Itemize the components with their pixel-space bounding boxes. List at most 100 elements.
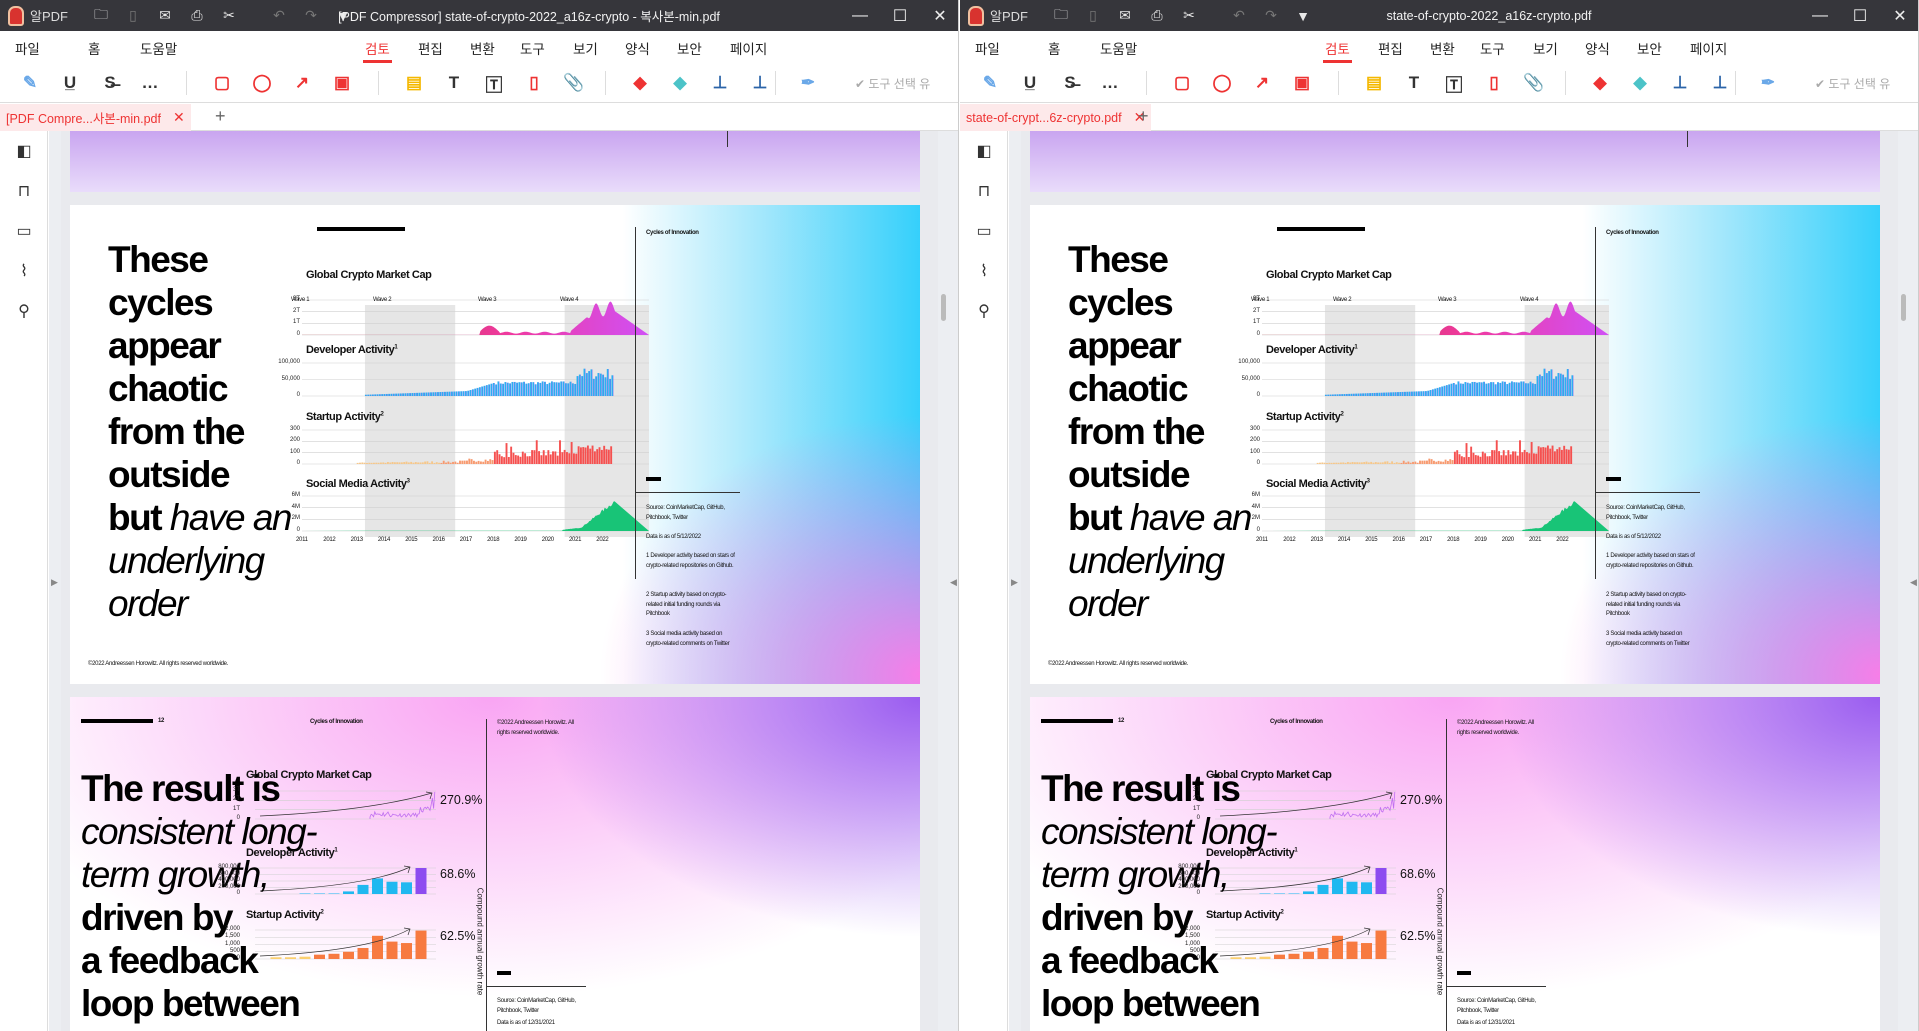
tool-select-button[interactable]: ✔ 도구 선택 유 xyxy=(855,75,930,92)
save-icon[interactable]: ▯ xyxy=(1082,0,1104,31)
menu-0[interactable]: 파일 xyxy=(975,38,1000,58)
menu-2[interactable]: 도움말 xyxy=(1100,38,1137,58)
comment-icon[interactable]: ▭ xyxy=(973,221,995,241)
menu-7[interactable]: 보기 xyxy=(573,38,598,58)
maximize-button[interactable]: ☐ xyxy=(1845,0,1875,31)
menu-1[interactable]: 홈 xyxy=(88,38,100,58)
menu-5[interactable]: 변환 xyxy=(1430,38,1455,58)
attachment-icon[interactable]: 📎 xyxy=(562,71,586,95)
more-icon[interactable]: … xyxy=(138,71,162,95)
search-icon[interactable]: ⚲ xyxy=(973,301,995,321)
minimize-button[interactable]: — xyxy=(1805,0,1835,31)
highlight-icon[interactable]: ✎ xyxy=(18,71,42,95)
signature-icon[interactable]: ✒ xyxy=(1756,71,1780,95)
menu-4[interactable]: 편집 xyxy=(1378,38,1403,58)
comment-icon[interactable]: ▭ xyxy=(13,221,35,241)
thumbnail-icon[interactable]: ◧ xyxy=(13,141,35,161)
save-icon[interactable]: ▯ xyxy=(122,0,144,31)
underline-icon[interactable]: U̲ xyxy=(1018,71,1042,95)
attachment-icon[interactable]: 📎 xyxy=(1522,71,1546,95)
callout-icon[interactable]: ▯ xyxy=(1482,71,1506,95)
right-panel-strip[interactable]: ◀ xyxy=(938,131,958,1031)
circle-icon[interactable]: ◯ xyxy=(250,71,274,95)
close-tab-icon[interactable]: ✕ xyxy=(173,109,185,126)
tool-select-button[interactable]: ✔ 도구 선택 유 xyxy=(1815,75,1890,92)
eraser-red-icon[interactable]: ◆ xyxy=(628,71,652,95)
print-icon[interactable]: ⎙ xyxy=(186,0,208,31)
shape-icon[interactable]: ▣ xyxy=(330,71,354,95)
menu-10[interactable]: 페이지 xyxy=(730,38,767,58)
expand-left-icon[interactable]: ◀ xyxy=(950,577,957,588)
minimize-button[interactable]: — xyxy=(845,0,875,31)
document-tab[interactable]: [PDF Compre...사본-min.pdf ✕ xyxy=(0,104,191,131)
eraser-teal-icon[interactable]: ◆ xyxy=(1628,71,1652,95)
document-tab[interactable]: state-of-crypt...6z-crypto.pdf ✕ xyxy=(960,104,1152,131)
menu-6[interactable]: 도구 xyxy=(520,38,545,58)
menu-5[interactable]: 변환 xyxy=(470,38,495,58)
menu-8[interactable]: 양식 xyxy=(1585,38,1610,58)
close-button[interactable]: ✕ xyxy=(925,0,955,31)
textbox-icon[interactable]: 🅃 xyxy=(482,71,506,95)
close-button[interactable]: ✕ xyxy=(1885,0,1915,31)
eraser-teal-icon[interactable]: ◆ xyxy=(668,71,692,95)
attachment-icon[interactable]: ⌇ xyxy=(973,261,995,281)
rectangle-icon[interactable]: ▢ xyxy=(1170,71,1194,95)
new-tab-button[interactable]: + xyxy=(1138,106,1149,127)
new-tab-button[interactable]: + xyxy=(215,106,226,127)
menu-0[interactable]: 파일 xyxy=(15,38,40,58)
signature-icon[interactable]: ✒ xyxy=(796,71,820,95)
maximize-button[interactable]: ☐ xyxy=(885,0,915,31)
text-icon[interactable]: T xyxy=(442,71,466,95)
strikethrough-icon[interactable]: S̶ xyxy=(98,71,122,95)
scissors-icon[interactable]: ✂ xyxy=(1178,0,1200,31)
menu-4[interactable]: 편집 xyxy=(418,38,443,58)
scissors-icon[interactable]: ✂ xyxy=(218,0,240,31)
stamp-dropdown-icon[interactable]: ⊥ xyxy=(748,71,772,95)
print-icon[interactable]: ⎙ xyxy=(1146,0,1168,31)
arrow-icon[interactable]: ↗ xyxy=(1250,71,1274,95)
strikethrough-icon[interactable]: S̶ xyxy=(1058,71,1082,95)
open-folder-icon[interactable]: 🗀 xyxy=(1050,0,1072,31)
open-folder-icon[interactable]: 🗀 xyxy=(90,0,112,31)
scrollbar-thumb[interactable] xyxy=(1901,294,1906,321)
menu-1[interactable]: 홈 xyxy=(1048,38,1060,58)
arrow-icon[interactable]: ↗ xyxy=(290,71,314,95)
menu-3[interactable]: 검토 xyxy=(363,38,392,63)
textbox-icon[interactable]: 🅃 xyxy=(1442,71,1466,95)
menu-10[interactable]: 페이지 xyxy=(1690,38,1727,58)
stamp-icon[interactable]: ⊥ xyxy=(708,71,732,95)
mail-icon[interactable]: ✉ xyxy=(1114,0,1136,31)
callout-icon[interactable]: ▯ xyxy=(522,71,546,95)
sidebar-toggle-strip[interactable]: ▶ xyxy=(49,131,61,1031)
menu-8[interactable]: 양식 xyxy=(625,38,650,58)
attachment-icon[interactable]: ⌇ xyxy=(13,261,35,281)
scrollbar-thumb[interactable] xyxy=(941,294,946,321)
bookmark-icon[interactable]: ⊓ xyxy=(13,181,35,201)
stamp-dropdown-icon[interactable]: ⊥ xyxy=(1708,71,1732,95)
menu-9[interactable]: 보안 xyxy=(677,38,702,58)
underline-icon[interactable]: U̲ xyxy=(58,71,82,95)
menu-7[interactable]: 보기 xyxy=(1533,38,1558,58)
menu-2[interactable]: 도움말 xyxy=(140,38,177,58)
thumbnail-icon[interactable]: ◧ xyxy=(973,141,995,161)
bookmark-icon[interactable]: ⊓ xyxy=(973,181,995,201)
sticky-note-icon[interactable]: ▤ xyxy=(402,71,426,95)
sticky-note-icon[interactable]: ▤ xyxy=(1362,71,1386,95)
highlight-icon[interactable]: ✎ xyxy=(978,71,1002,95)
right-panel-strip[interactable]: ◀ xyxy=(1898,131,1918,1031)
sidebar-toggle-strip[interactable]: ▶ xyxy=(1009,131,1021,1031)
menu-3[interactable]: 검토 xyxy=(1323,38,1352,63)
menu-9[interactable]: 보안 xyxy=(1637,38,1662,58)
expand-left-icon[interactable]: ◀ xyxy=(1910,577,1917,588)
expand-right-icon[interactable]: ▶ xyxy=(1011,577,1018,588)
mail-icon[interactable]: ✉ xyxy=(154,0,176,31)
more-icon[interactable]: … xyxy=(1098,71,1122,95)
stamp-icon[interactable]: ⊥ xyxy=(1668,71,1692,95)
eraser-red-icon[interactable]: ◆ xyxy=(1588,71,1612,95)
circle-icon[interactable]: ◯ xyxy=(1210,71,1234,95)
search-icon[interactable]: ⚲ xyxy=(13,301,35,321)
expand-right-icon[interactable]: ▶ xyxy=(51,577,58,588)
text-icon[interactable]: T xyxy=(1402,71,1426,95)
shape-icon[interactable]: ▣ xyxy=(1290,71,1314,95)
rectangle-icon[interactable]: ▢ xyxy=(210,71,234,95)
